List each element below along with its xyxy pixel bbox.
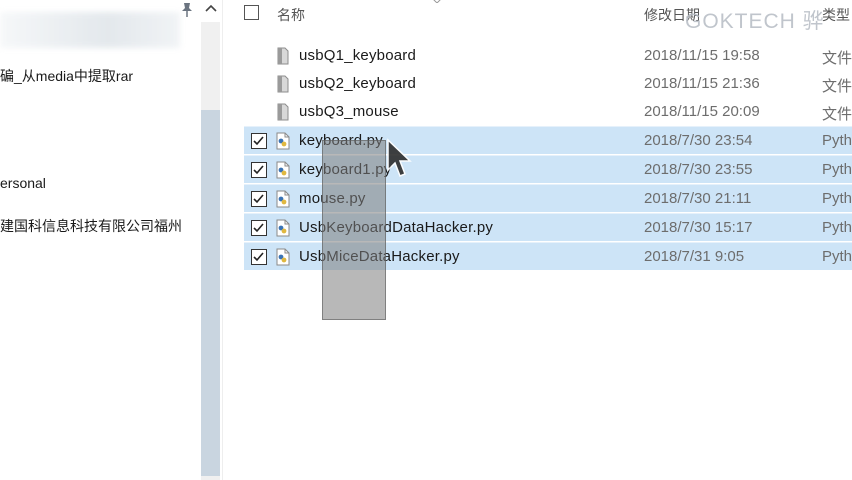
file-type: Pyth xyxy=(822,190,852,207)
file-row[interactable]: usbQ3_mouse 2018/11/15 20:09 文件 xyxy=(244,98,852,126)
file-date: 2018/11/15 20:09 xyxy=(644,103,760,120)
file-type: 文件 xyxy=(822,50,852,67)
document-icon xyxy=(277,103,289,121)
watermark: GOKTECH 骅 xyxy=(685,10,825,33)
python-file-icon xyxy=(276,219,290,237)
row-checkbox[interactable] xyxy=(251,249,267,265)
row-checkbox[interactable] xyxy=(251,220,267,236)
file-date: 2018/7/30 15:17 xyxy=(644,219,753,236)
python-file-icon xyxy=(276,132,290,150)
file-name[interactable]: usbQ3_mouse xyxy=(299,103,399,120)
file-date: 2018/7/30 23:54 xyxy=(644,132,753,149)
file-row[interactable]: usbQ1_keyboard 2018/11/15 19:58 文件 xyxy=(244,42,852,70)
column-header-type[interactable]: 类型 xyxy=(822,5,850,25)
file-row[interactable]: usbQ2_keyboard 2018/11/15 21:36 文件 xyxy=(244,70,852,98)
file-date: 2018/11/15 21:36 xyxy=(644,75,760,92)
file-name[interactable]: usbQ1_keyboard xyxy=(299,47,416,64)
file-type: Pyth xyxy=(822,132,852,149)
document-icon xyxy=(277,47,289,65)
check-icon xyxy=(253,194,264,204)
file-type: Pyth xyxy=(822,161,852,178)
mouse-cursor-icon xyxy=(387,138,412,177)
select-all-checkbox[interactable] xyxy=(244,5,259,20)
pane-divider xyxy=(222,0,223,480)
scroll-up-icon[interactable] xyxy=(204,2,218,16)
file-type: Pyth xyxy=(822,219,852,236)
nav-header-blurred xyxy=(0,12,180,48)
python-file-icon xyxy=(276,248,290,266)
row-checkbox[interactable] xyxy=(251,133,267,149)
nav-item-personal[interactable]: ersonal xyxy=(0,175,46,191)
nav-item-company[interactable]: 建国科信息科技有限公司福州 xyxy=(0,216,182,236)
file-type: 文件 xyxy=(822,106,852,123)
document-icon xyxy=(277,75,289,93)
column-header-name[interactable]: 名称 xyxy=(277,5,305,25)
nav-scrollbar-thumb[interactable] xyxy=(201,110,220,476)
check-icon xyxy=(253,165,264,175)
navigation-pane: 碥_从media中提取rar ersonal 建国科信息科技有限公司福州 xyxy=(0,0,222,480)
check-icon xyxy=(253,136,264,146)
python-file-icon xyxy=(276,190,290,208)
python-file-icon xyxy=(276,161,290,179)
nav-item-rar-folder[interactable]: 碥_从media中提取rar xyxy=(0,66,133,86)
file-date: 2018/7/30 21:11 xyxy=(644,190,752,207)
row-checkbox[interactable] xyxy=(251,162,267,178)
row-checkbox[interactable] xyxy=(251,191,267,207)
pin-icon[interactable] xyxy=(180,2,194,18)
file-type: 文件 xyxy=(822,78,852,95)
check-icon xyxy=(253,252,264,262)
file-date: 2018/11/15 19:58 xyxy=(644,47,760,64)
file-type: Pyth xyxy=(822,248,852,265)
sort-arrow-icon xyxy=(433,0,441,3)
file-date: 2018/7/31 9:05 xyxy=(644,248,745,265)
drag-ghost xyxy=(322,140,386,320)
file-name[interactable]: usbQ2_keyboard xyxy=(299,75,416,92)
file-date: 2018/7/30 23:55 xyxy=(644,161,753,178)
check-icon xyxy=(253,223,264,233)
